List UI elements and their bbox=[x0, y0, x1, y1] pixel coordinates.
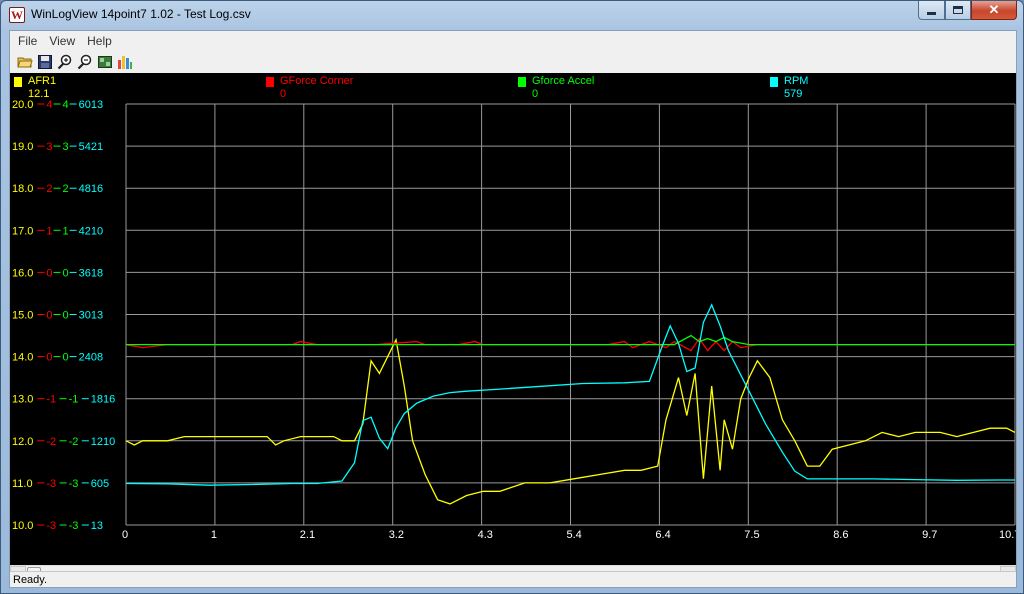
y-tick-label: 1210 bbox=[91, 436, 115, 448]
x-tick-label: 0 bbox=[122, 529, 128, 541]
window-title: WinLogView 14point7 1.02 - Test Log.csv bbox=[31, 7, 251, 21]
y-tick-label: 0 bbox=[46, 352, 52, 364]
minimize-icon bbox=[927, 11, 936, 15]
status-bar: Ready. bbox=[10, 571, 1016, 587]
line-chart[interactable]: 20.0 4 4 601319.0 3 3 542118.0 2 2 481617.0 1 1 4210… bbox=[10, 73, 1016, 565]
title-bar[interactable]: W WinLogView 14point7 1.02 - Test Log.cs… bbox=[1, 1, 1023, 29]
export-image-button[interactable] bbox=[96, 53, 114, 71]
x-tick-label: 4.3 bbox=[478, 529, 493, 541]
menu-view[interactable]: View bbox=[43, 31, 81, 51]
y-tick-label: -1 bbox=[46, 394, 56, 406]
x-tick-label: 3.2 bbox=[389, 529, 404, 541]
maximize-icon bbox=[953, 6, 963, 14]
y-tick-label: 3 bbox=[63, 141, 69, 153]
y-tick-label: 13.0 bbox=[12, 394, 33, 406]
open-folder-icon bbox=[17, 57, 33, 68]
y-tick-label: 14.0 bbox=[12, 352, 33, 364]
status-text: Ready. bbox=[13, 574, 48, 586]
y-tick-label: 20.0 bbox=[12, 99, 33, 111]
zoom-in-icon bbox=[57, 54, 72, 70]
y-tick-label: -1 bbox=[69, 394, 79, 406]
y-tick-label: 17.0 bbox=[12, 225, 33, 237]
y-tick-label: 10.0 bbox=[12, 520, 33, 532]
y-tick-label: 18.0 bbox=[12, 183, 33, 195]
open-button[interactable] bbox=[16, 53, 34, 71]
y-tick-label: 6013 bbox=[79, 99, 103, 111]
y-tick-label: 0 bbox=[46, 267, 52, 279]
y-tick-label: 12.0 bbox=[12, 436, 33, 448]
y-tick-label: -3 bbox=[46, 478, 56, 490]
y-tick-label: 4210 bbox=[79, 225, 103, 237]
app-logo-icon: W bbox=[9, 7, 25, 23]
client-area: File View Help AFR1 12.1 GForce Corner 0… bbox=[9, 30, 1017, 588]
y-tick-label: 0 bbox=[46, 310, 52, 322]
window-controls: ✕ bbox=[918, 1, 1017, 21]
y-tick-label: -3 bbox=[46, 520, 56, 532]
y-tick-label: 13 bbox=[91, 520, 103, 532]
minimize-button[interactable] bbox=[918, 1, 945, 20]
zoom-out-icon bbox=[77, 54, 92, 70]
close-icon: ✕ bbox=[988, 2, 1000, 17]
y-tick-label: 15.0 bbox=[12, 310, 33, 322]
y-tick-label: 1 bbox=[46, 225, 52, 237]
save-icon bbox=[38, 55, 52, 69]
y-tick-label: 2 bbox=[46, 183, 52, 195]
y-tick-label: 1 bbox=[63, 225, 69, 237]
y-tick-label: 1816 bbox=[91, 394, 115, 406]
y-tick-label: -2 bbox=[46, 436, 56, 448]
x-tick-label: 5.4 bbox=[567, 529, 582, 541]
y-tick-label: 4 bbox=[63, 99, 69, 111]
x-tick-label: 10.7 bbox=[999, 529, 1016, 541]
y-tick-label: -3 bbox=[69, 478, 79, 490]
x-tick-label: 2.1 bbox=[300, 529, 315, 541]
menu-bar: File View Help bbox=[10, 31, 1016, 51]
y-tick-label: 11.0 bbox=[12, 478, 33, 490]
x-tick-label: 8.6 bbox=[833, 529, 848, 541]
y-tick-label: 0 bbox=[63, 310, 69, 322]
y-tick-label: 19.0 bbox=[12, 141, 33, 153]
y-tick-label: 3 bbox=[46, 141, 52, 153]
y-tick-label: 3618 bbox=[79, 267, 103, 279]
y-tick-label: 2 bbox=[63, 183, 69, 195]
y-tick-label: -3 bbox=[69, 520, 79, 532]
y-tick-label: -2 bbox=[69, 436, 79, 448]
app-window: W WinLogView 14point7 1.02 - Test Log.cs… bbox=[0, 0, 1024, 594]
export-image-icon bbox=[98, 56, 112, 68]
save-button[interactable] bbox=[36, 53, 54, 71]
y-tick-label: 16.0 bbox=[12, 267, 33, 279]
bar-chart-button[interactable] bbox=[116, 53, 134, 71]
menu-file[interactable]: File bbox=[12, 31, 43, 51]
bar-chart-icon bbox=[118, 56, 132, 69]
x-tick-label: 6.4 bbox=[655, 529, 670, 541]
x-tick-label: 9.7 bbox=[922, 529, 937, 541]
y-tick-label: 2408 bbox=[79, 352, 103, 364]
zoom-out-button[interactable] bbox=[76, 53, 94, 71]
x-tick-label: 1 bbox=[211, 529, 217, 541]
maximize-button[interactable] bbox=[945, 1, 971, 20]
y-tick-label: 4 bbox=[46, 99, 52, 111]
menu-help[interactable]: Help bbox=[81, 31, 118, 51]
close-button[interactable]: ✕ bbox=[971, 1, 1017, 20]
y-tick-label: 0 bbox=[63, 267, 69, 279]
y-tick-label: 5421 bbox=[79, 141, 103, 153]
zoom-in-button[interactable] bbox=[56, 53, 74, 71]
y-tick-label: 3013 bbox=[79, 310, 103, 322]
toolbar bbox=[10, 52, 1016, 72]
x-tick-label: 7.5 bbox=[744, 529, 759, 541]
chart-area[interactable]: AFR1 12.1 GForce Corner 0 Gforce Accel 0… bbox=[10, 73, 1016, 565]
y-tick-label: 605 bbox=[91, 478, 109, 490]
y-tick-label: 0 bbox=[63, 352, 69, 364]
y-tick-label: 4816 bbox=[79, 183, 103, 195]
